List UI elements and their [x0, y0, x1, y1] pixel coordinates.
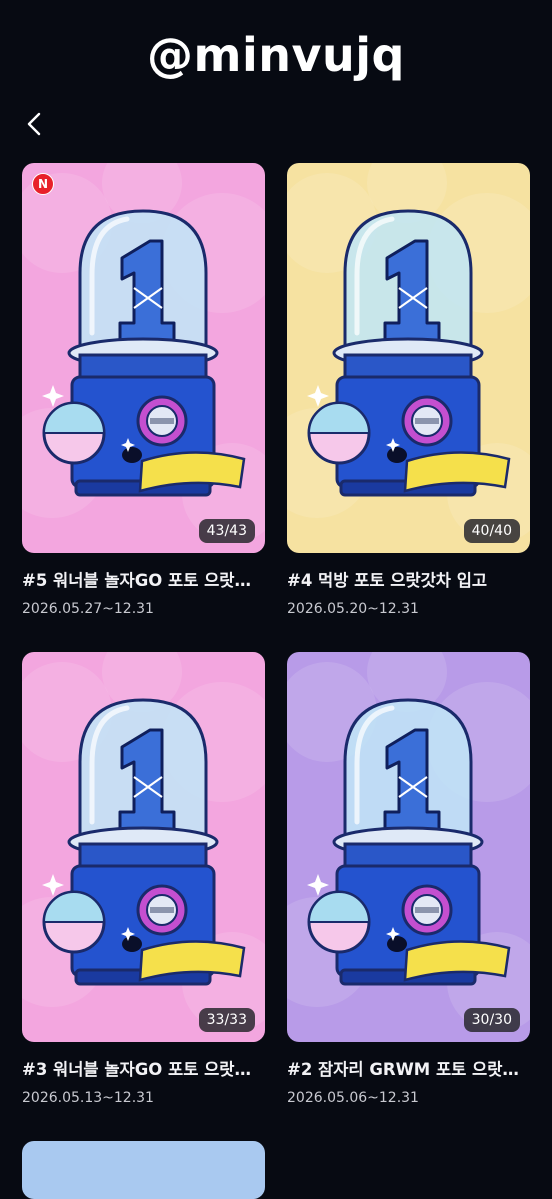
- card-title[interactable]: #2 잠자리 GRWM 포토 으랏…: [287, 1056, 530, 1080]
- new-badge: N: [32, 173, 54, 195]
- card-date: 2026.05.20~12.31: [287, 601, 419, 617]
- stock-count: 30/30: [463, 1008, 520, 1032]
- chevron-left-icon: [27, 112, 41, 136]
- card-date: 2026.05.27~12.31: [22, 601, 154, 617]
- card-thumbnail[interactable]: 40/40: [287, 163, 530, 553]
- card-thumbnail[interactable]: N 43/43: [22, 163, 265, 553]
- card-date: 2026.05.13~12.31: [22, 1090, 154, 1106]
- card-thumbnail[interactable]: [22, 1141, 265, 1199]
- back-button[interactable]: [18, 106, 54, 142]
- card-thumbnail[interactable]: 33/33: [22, 652, 265, 1042]
- stock-count: 43/43: [198, 519, 255, 543]
- stock-count: 40/40: [463, 519, 520, 543]
- card-title[interactable]: #3 워너블 놀자GO 포토 으랏…: [22, 1056, 265, 1080]
- card-title[interactable]: #5 워너블 놀자GO 포토 으랏…: [22, 567, 265, 591]
- watermark: @minvujq: [147, 28, 405, 82]
- card-title[interactable]: #4 먹방 포토 으랏갓차 입고: [287, 567, 530, 591]
- stock-count: 33/33: [198, 1008, 255, 1032]
- card-date: 2026.05.06~12.31: [287, 1090, 419, 1106]
- gacha-machine-image: [22, 652, 265, 1042]
- card-thumbnail[interactable]: 30/30: [287, 652, 530, 1042]
- card-item[interactable]: 33/33 #3 워너블 놀자GO 포토 으랏… 2026.05.13~12.3…: [22, 652, 265, 1106]
- gacha-machine-image: [287, 163, 530, 553]
- gacha-machine-image: [287, 652, 530, 1042]
- card-item[interactable]: 30/30 #2 잠자리 GRWM 포토 으랏… 2026.05.06~12.3…: [287, 652, 530, 1106]
- card-item[interactable]: N 43/43 #5 워너블 놀자GO 포토 으랏… 2026.05.27~12…: [22, 163, 265, 617]
- card-item[interactable]: 40/40 #4 먹방 포토 으랏갓차 입고 2026.05.20~12.31: [287, 163, 530, 617]
- card-item[interactable]: [22, 1141, 265, 1199]
- gacha-machine-image: [22, 163, 265, 553]
